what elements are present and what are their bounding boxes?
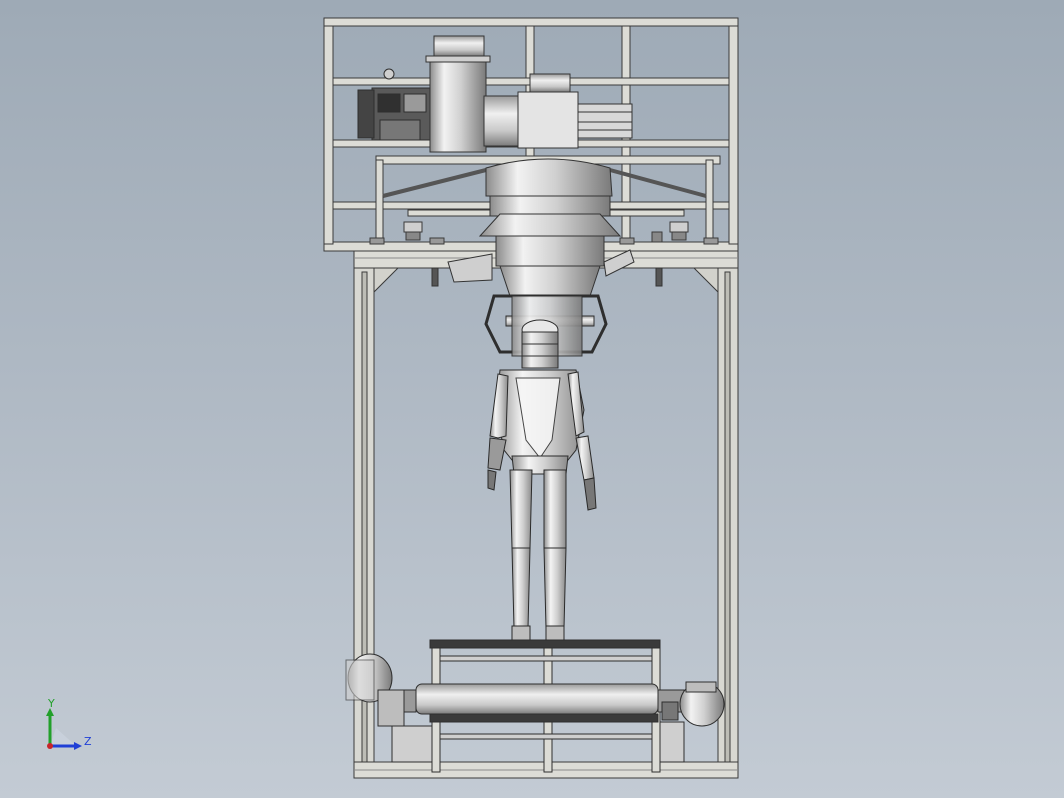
right-column-inner [724, 271, 731, 773]
triad-y-label: Y [48, 697, 55, 710]
coordinate-triad: Y Z [40, 697, 100, 756]
right-brace [692, 267, 719, 294]
cad-model-view[interactable] [0, 0, 1064, 798]
mannequin [487, 369, 597, 641]
top-rail [323, 17, 739, 27]
triad-z-label: Z [84, 735, 92, 748]
nozzle-assembly [484, 294, 608, 369]
graphics-viewport[interactable]: Y Z [0, 0, 1064, 798]
left-brace [373, 267, 400, 294]
bottom-drive-unit [345, 653, 725, 763]
